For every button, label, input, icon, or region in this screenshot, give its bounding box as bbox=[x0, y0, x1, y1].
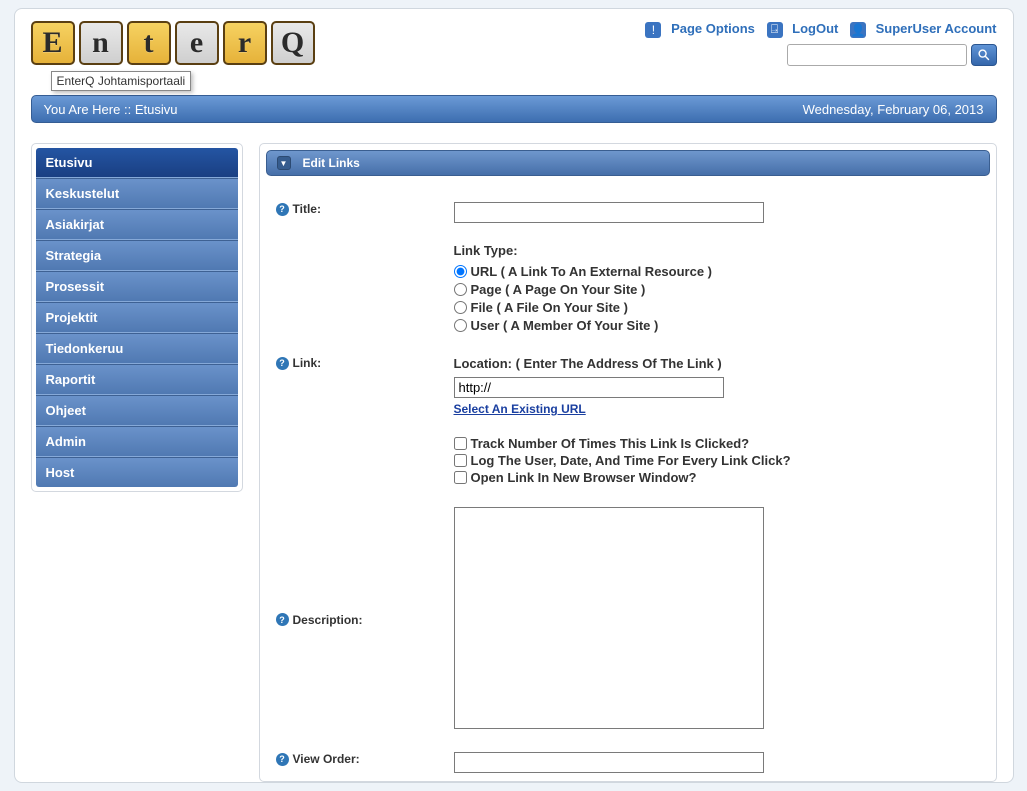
help-icon[interactable]: ? bbox=[276, 203, 289, 216]
linktype-option: File ( A File On Your Site ) bbox=[454, 300, 980, 315]
link-label: Link: bbox=[293, 356, 322, 370]
sidebar-item[interactable]: Tiedonkeruu bbox=[36, 333, 238, 364]
sidebar-item[interactable]: Asiakirjat bbox=[36, 209, 238, 240]
log-clicks-checkbox[interactable] bbox=[454, 454, 467, 467]
panel-title: Edit Links bbox=[303, 156, 360, 170]
log-clicks-label: Log The User, Date, And Time For Every L… bbox=[471, 453, 791, 468]
breadcrumb-current[interactable]: Etusivu bbox=[135, 102, 178, 117]
logo[interactable]: E n t e r Q bbox=[31, 21, 315, 65]
row-linktype: Link Type: URL ( A Link To An External R… bbox=[276, 243, 980, 336]
linktype-label-text: User ( A Member Of Your Site ) bbox=[471, 318, 659, 333]
linktype-label-text: Page ( A Page On Your Site ) bbox=[471, 282, 646, 297]
row-description: ? Description: bbox=[276, 507, 980, 732]
new-window-checkbox[interactable] bbox=[454, 471, 467, 484]
user-icon: 👤 bbox=[850, 22, 866, 38]
breadcrumb-bar: You Are Here :: Etusivu Wednesday, Febru… bbox=[31, 95, 997, 123]
linktype-radio[interactable] bbox=[454, 283, 467, 296]
linktype-radio[interactable] bbox=[454, 301, 467, 314]
sidebar-item[interactable]: Projektit bbox=[36, 302, 238, 333]
location-input[interactable] bbox=[454, 377, 724, 398]
linktype-label: Link Type: bbox=[454, 243, 980, 258]
search-input[interactable] bbox=[787, 44, 967, 66]
top-links: ! Page Options ⍈ LogOut 👤 SuperUser Acco… bbox=[637, 21, 996, 66]
linktype-label-text: URL ( A Link To An External Resource ) bbox=[471, 264, 713, 279]
logo-letter: t bbox=[127, 21, 171, 65]
current-date: Wednesday, February 06, 2013 bbox=[803, 102, 984, 117]
breadcrumb: You Are Here :: Etusivu bbox=[44, 102, 178, 117]
linktype-option: Page ( A Page On Your Site ) bbox=[454, 282, 980, 297]
sidebar-item[interactable]: Strategia bbox=[36, 240, 238, 271]
sidebar-item[interactable]: Prosessit bbox=[36, 271, 238, 302]
description-label: Description: bbox=[293, 613, 363, 627]
account-link[interactable]: SuperUser Account bbox=[876, 21, 997, 36]
sidebar-item[interactable]: Admin bbox=[36, 426, 238, 457]
row-vieworder: ? View Order: bbox=[276, 752, 980, 773]
content-panel: ▼ Edit Links ? Title: Link Type: bbox=[259, 143, 997, 782]
logo-letter: r bbox=[223, 21, 267, 65]
vieworder-input[interactable] bbox=[454, 752, 764, 773]
title-label: Title: bbox=[293, 202, 321, 216]
new-window-label: Open Link In New Browser Window? bbox=[471, 470, 697, 485]
logout-icon: ⍈ bbox=[767, 22, 783, 38]
logo-letter: E bbox=[31, 21, 75, 65]
description-textarea[interactable] bbox=[454, 507, 764, 729]
track-clicks-label: Track Number Of Times This Link Is Click… bbox=[471, 436, 750, 451]
page-options-link[interactable]: Page Options bbox=[671, 21, 755, 36]
linktype-label-text: File ( A File On Your Site ) bbox=[471, 300, 628, 315]
track-clicks-checkbox[interactable] bbox=[454, 437, 467, 450]
location-label: Location: ( Enter The Address Of The Lin… bbox=[454, 356, 980, 371]
page-wrapper: E n t e r Q EnterQ Johtamisportaali ! Pa… bbox=[14, 8, 1014, 783]
form-area: ? Title: Link Type: URL ( A Link To An E… bbox=[266, 176, 990, 781]
sidebar-item[interactable]: Ohjeet bbox=[36, 395, 238, 426]
linktype-radio[interactable] bbox=[454, 319, 467, 332]
panel-header: ▼ Edit Links bbox=[266, 150, 990, 176]
sidebar-item[interactable]: Etusivu bbox=[36, 148, 238, 178]
logo-letter: Q bbox=[271, 21, 315, 65]
title-input[interactable] bbox=[454, 202, 764, 223]
main-columns: EtusivuKeskustelutAsiakirjatStrategiaPro… bbox=[31, 143, 997, 782]
logo-letter: e bbox=[175, 21, 219, 65]
linktype-option: URL ( A Link To An External Resource ) bbox=[454, 264, 980, 279]
header-row: E n t e r Q EnterQ Johtamisportaali ! Pa… bbox=[31, 21, 997, 91]
sidebar: EtusivuKeskustelutAsiakirjatStrategiaPro… bbox=[31, 143, 243, 492]
help-icon[interactable]: ? bbox=[276, 613, 289, 626]
collapse-toggle[interactable]: ▼ bbox=[277, 156, 291, 170]
logout-link[interactable]: LogOut bbox=[792, 21, 838, 36]
row-link: ? Link: Location: ( Enter The Address Of… bbox=[276, 356, 980, 487]
linktype-option: User ( A Member Of Your Site ) bbox=[454, 318, 980, 333]
help-icon[interactable]: ? bbox=[276, 357, 289, 370]
search-icon bbox=[977, 48, 991, 62]
sidebar-item[interactable]: Keskustelut bbox=[36, 178, 238, 209]
sidebar-item[interactable]: Host bbox=[36, 457, 238, 487]
linktype-radio[interactable] bbox=[454, 265, 467, 278]
search-button[interactable] bbox=[971, 44, 997, 66]
row-title: ? Title: bbox=[276, 202, 980, 223]
vieworder-label: View Order: bbox=[293, 752, 360, 766]
logo-letter: n bbox=[79, 21, 123, 65]
logo-tooltip: EnterQ Johtamisportaali bbox=[51, 71, 192, 91]
select-existing-url-link[interactable]: Select An Existing URL bbox=[454, 402, 586, 416]
page-options-icon: ! bbox=[645, 22, 661, 38]
search-wrap bbox=[637, 44, 996, 66]
help-icon[interactable]: ? bbox=[276, 753, 289, 766]
sidebar-item[interactable]: Raportit bbox=[36, 364, 238, 395]
breadcrumb-prefix: You Are Here :: bbox=[44, 102, 135, 117]
logo-block: E n t e r Q EnterQ Johtamisportaali bbox=[31, 21, 315, 91]
